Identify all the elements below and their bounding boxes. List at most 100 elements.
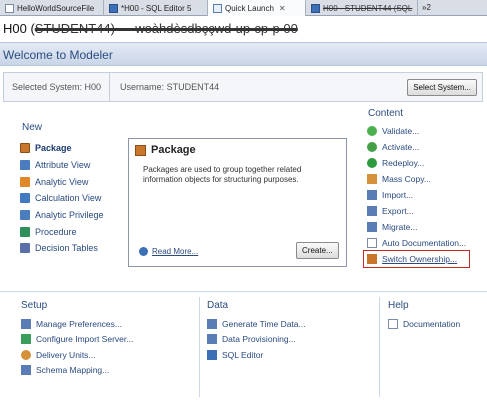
data-provisioning-icon: [207, 334, 217, 345]
tab-label: HelloWorldSourceFile: [17, 3, 95, 13]
content-label: Validate...: [382, 126, 420, 136]
editor-tab-strip: HelloWorldSourceFile *H00 - SQL Editor 5…: [0, 0, 487, 16]
system-info-bar: Selected System: H00 Username: STUDENT44…: [3, 72, 483, 102]
new-decision-tables-item[interactable]: Decision Tables: [20, 240, 104, 257]
new-package-item[interactable]: Package: [20, 140, 104, 157]
package-icon: [135, 144, 146, 156]
data-section: Data Generate Time Data... Data Provisio…: [207, 300, 306, 363]
new-attribute-view-item[interactable]: Attribute View: [20, 157, 104, 174]
mass-copy-link[interactable]: Mass Copy...: [367, 171, 466, 187]
analytic-view-icon: [20, 176, 30, 187]
sql-editor-icon: [311, 3, 320, 13]
new-section-title: New: [22, 122, 43, 133]
validate-link[interactable]: Validate...: [367, 123, 466, 139]
configure-import-server-link[interactable]: Configure Import Server...: [21, 332, 133, 348]
close-icon[interactable]: ✕: [279, 4, 286, 13]
sql-editor-icon: [207, 349, 217, 360]
help-section: Help Documentation: [388, 300, 460, 332]
tab-student44-sql[interactable]: H00 - STUDENT44 (SQL: [306, 0, 418, 16]
data-label: Data Provisioning...: [222, 334, 296, 345]
redeploy-link[interactable]: Redeploy...: [367, 155, 466, 171]
tab-label: Quick Launch: [225, 3, 274, 13]
setup-section: Setup Manage Preferences... Configure Im…: [21, 300, 133, 378]
page-title: H00 (STUDENT44) — woàhdèsdbççwd·up·cp·p …: [0, 17, 487, 41]
delivery-units-link[interactable]: Delivery Units...: [21, 347, 133, 363]
nav-label: Analytic View: [35, 176, 89, 187]
file-icon: [5, 3, 14, 13]
card-title: Package: [135, 144, 196, 156]
tab-hello-world-source-file[interactable]: HelloWorldSourceFile: [0, 0, 104, 16]
tab-label: *H00 - SQL Editor 5: [121, 3, 192, 13]
setup-label: Schema Mapping...: [36, 365, 110, 376]
content-label: Redeploy...: [382, 158, 425, 168]
schema-mapping-link[interactable]: Schema Mapping...: [21, 363, 133, 379]
import-link[interactable]: Import...: [367, 187, 466, 203]
section-divider: [199, 297, 200, 397]
data-provisioning-link[interactable]: Data Provisioning...: [207, 332, 306, 348]
help-label: Documentation: [403, 318, 461, 329]
read-more-link[interactable]: Read More...: [139, 247, 198, 256]
read-more-label: Read More...: [152, 247, 199, 256]
activate-icon: [367, 142, 377, 152]
nav-label: Package: [35, 143, 72, 154]
switch-ownership-highlight: [363, 250, 470, 268]
content-label: Auto Documentation...: [382, 238, 467, 248]
tab-overflow-button[interactable]: »2: [418, 0, 435, 15]
sql-editor-link[interactable]: SQL Editor: [207, 347, 306, 363]
import-server-icon: [21, 334, 31, 345]
tab-sql-editor-5[interactable]: *H00 - SQL Editor 5: [104, 0, 208, 16]
auto-documentation-icon: [367, 238, 377, 248]
tab-label: H00 - STUDENT44 (SQL: [323, 3, 413, 13]
migrate-link[interactable]: Migrate...: [367, 219, 466, 235]
setup-label: Configure Import Server...: [36, 334, 134, 345]
redeploy-icon: [367, 158, 377, 168]
data-label: Generate Time Data...: [222, 318, 306, 329]
create-button[interactable]: Create...: [296, 242, 339, 259]
new-procedure-item[interactable]: Procedure: [20, 223, 104, 240]
nav-label: Procedure: [35, 226, 77, 237]
delivery-units-icon: [21, 349, 31, 360]
nav-label: Calculation View: [35, 193, 102, 204]
content-label: Activate...: [382, 142, 420, 152]
nav-label: Analytic Privilege: [35, 210, 104, 221]
help-section-title: Help: [388, 300, 409, 311]
setup-label: Delivery Units...: [36, 349, 96, 360]
activate-link[interactable]: Activate...: [367, 139, 466, 155]
title-redacted: STUDENT44) — woàhdèsdbççwd·up·cp·p 00: [34, 21, 298, 36]
tab-quick-launch[interactable]: Quick Launch ✕: [208, 0, 306, 16]
main-panel: New Package Attribute View Analytic View…: [0, 103, 487, 285]
documentation-link[interactable]: Documentation: [388, 316, 460, 332]
export-link[interactable]: Export...: [367, 203, 466, 219]
setup-section-title: Setup: [21, 300, 48, 311]
content-label: Migrate...: [382, 222, 418, 232]
content-action-list: Validate... Activate... Redeploy... Mass…: [367, 123, 466, 267]
new-analytic-view-item[interactable]: Analytic View: [20, 173, 104, 190]
procedure-icon: [20, 226, 30, 237]
content-label: Mass Copy...: [382, 174, 431, 184]
calculation-view-icon: [20, 193, 30, 204]
auto-documentation-link[interactable]: Auto Documentation...: [367, 235, 466, 251]
title-prefix: H00 (: [3, 21, 35, 36]
manage-preferences-link[interactable]: Manage Preferences...: [21, 316, 133, 332]
data-section-title: Data: [207, 300, 229, 311]
card-description: Packages are used to group together rela…: [143, 165, 302, 184]
bottom-panel: Setup Manage Preferences... Configure Im…: [0, 291, 487, 408]
content-label: Export...: [382, 206, 414, 216]
export-icon: [367, 206, 377, 216]
generate-time-data-link[interactable]: Generate Time Data...: [207, 316, 306, 332]
data-label: SQL Editor: [222, 349, 264, 360]
documentation-icon: [388, 318, 398, 329]
quick-launch-icon: [213, 3, 222, 13]
attribute-view-icon: [20, 160, 30, 171]
nav-label: Attribute View: [35, 160, 91, 171]
new-calculation-view-item[interactable]: Calculation View: [20, 190, 104, 207]
preferences-icon: [21, 318, 31, 329]
selected-system-label: Selected System: H00: [4, 73, 111, 101]
content-label: Import...: [382, 190, 414, 200]
new-analytic-privilege-item[interactable]: Analytic Privilege: [20, 207, 104, 224]
validate-icon: [367, 126, 377, 136]
welcome-banner: Welcome to Modeler: [0, 42, 487, 66]
decision-tables-icon: [20, 243, 30, 254]
select-system-button[interactable]: Select System...: [407, 78, 477, 96]
username-label: Username: STUDENT44: [120, 82, 220, 92]
